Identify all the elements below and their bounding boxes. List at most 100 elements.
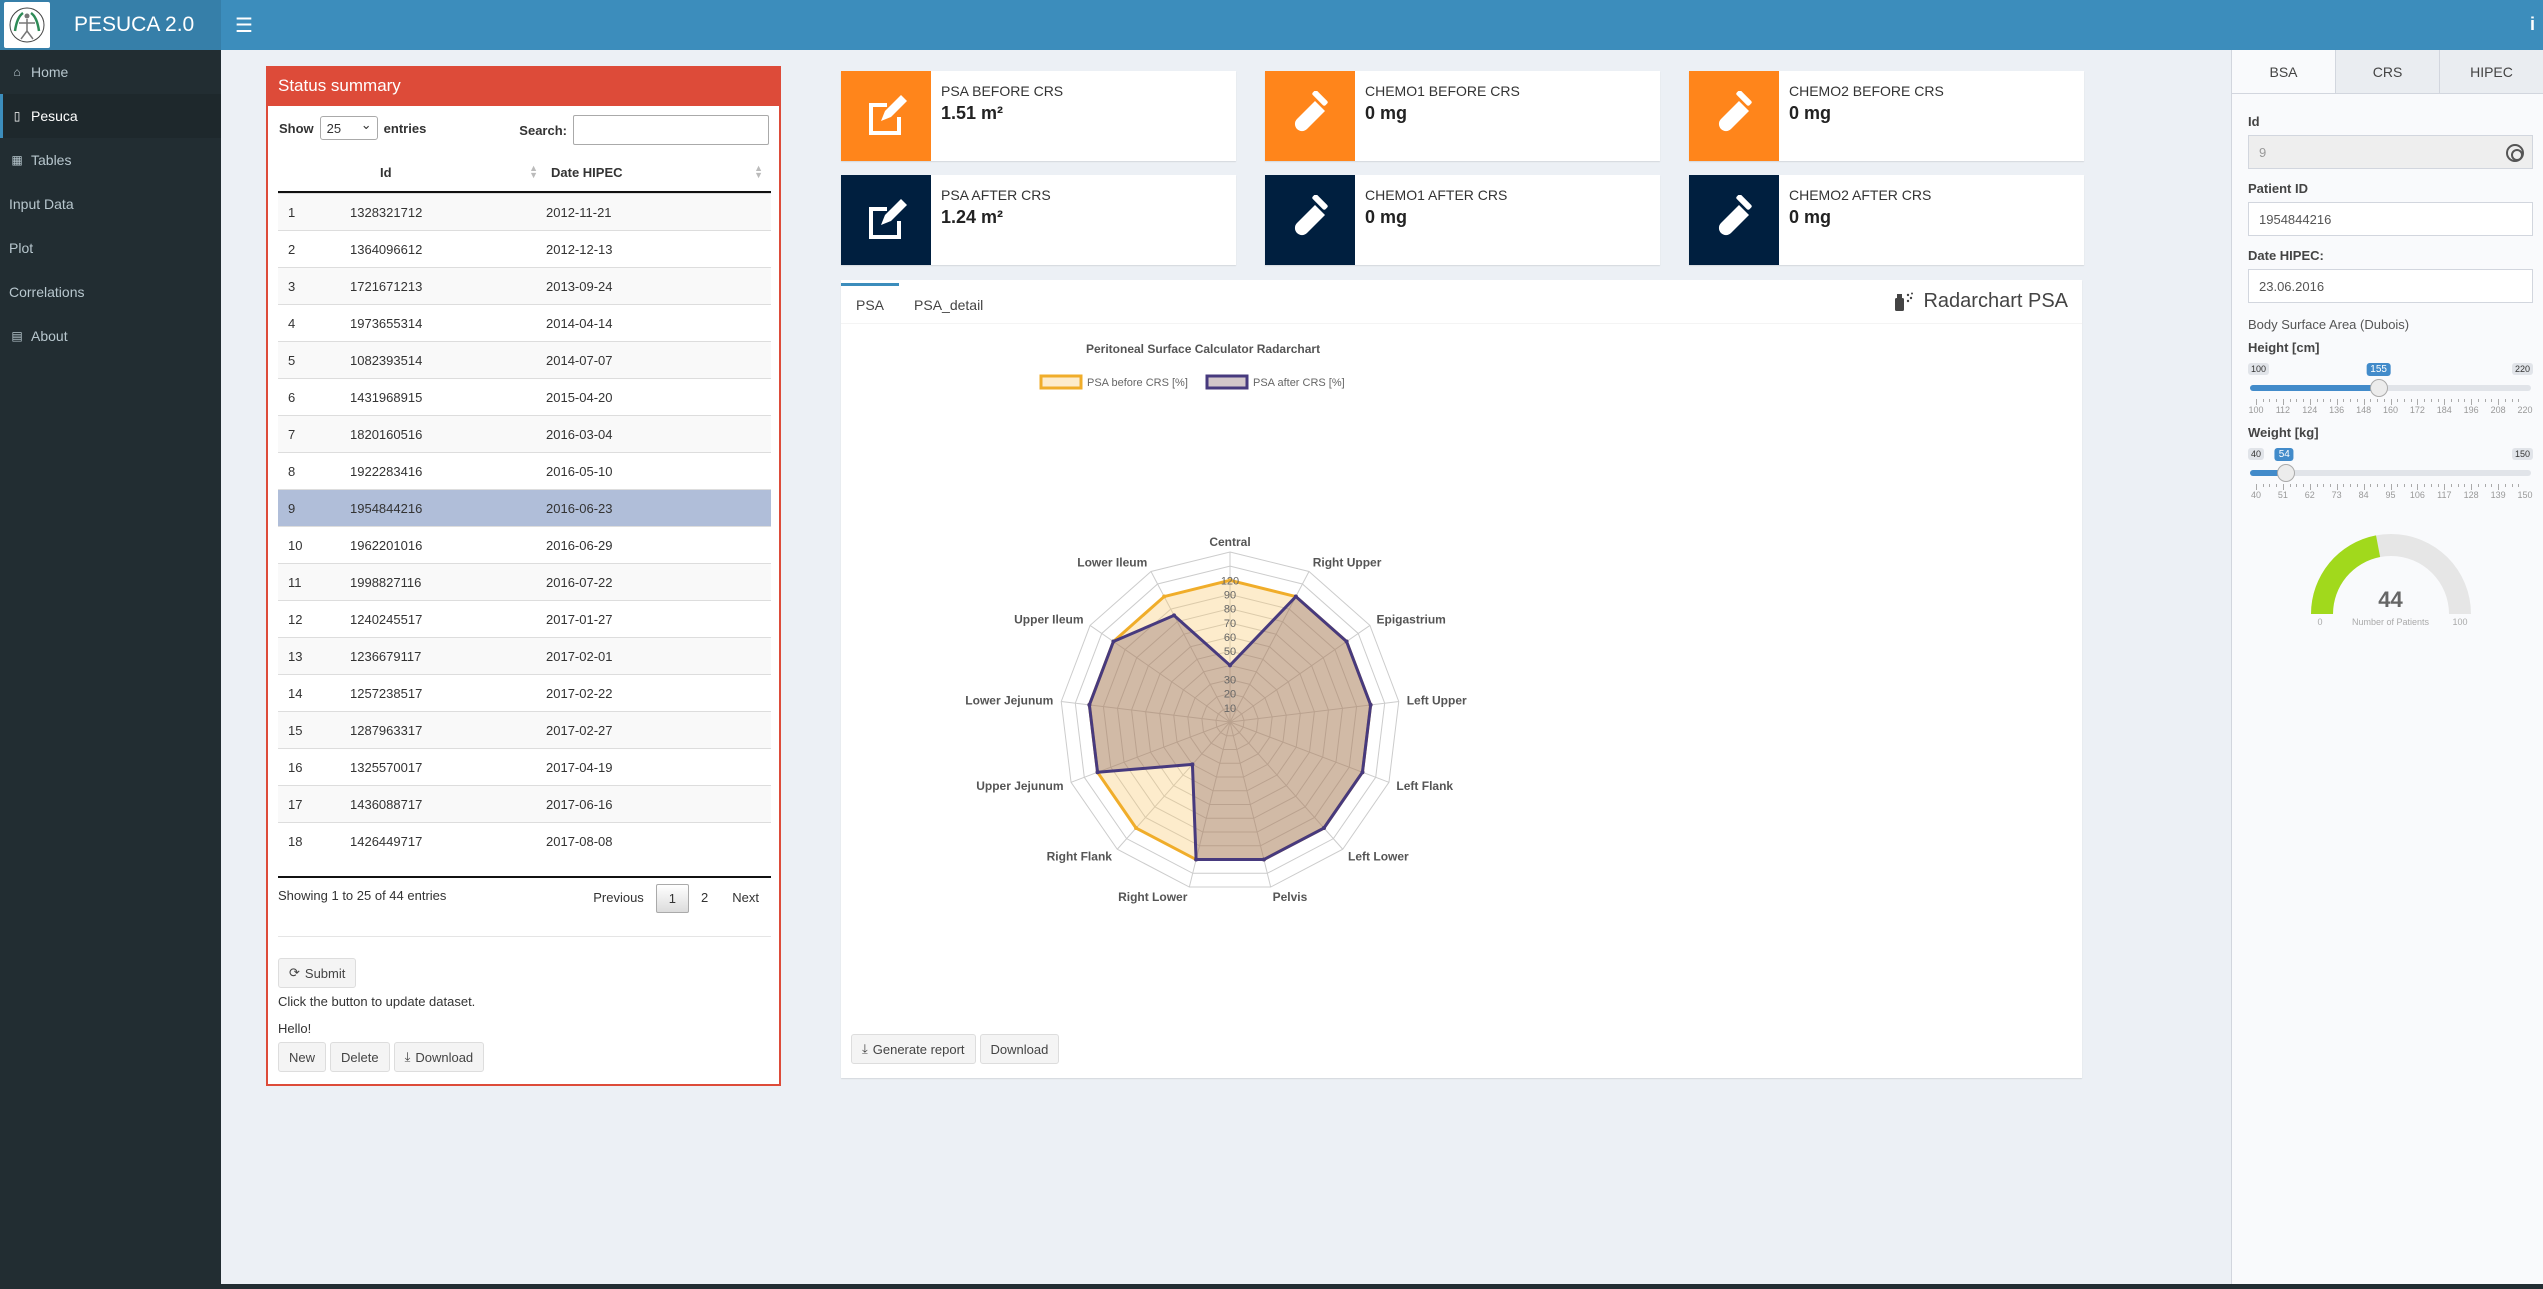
sidebar-item-pesuca[interactable]: ▯ Pesuca — [0, 94, 221, 138]
slider-track[interactable] — [2250, 464, 2531, 482]
table-row[interactable]: 8 1922283416 2016-05-10 — [278, 452, 771, 489]
id-field[interactable]: 9 — [2248, 135, 2533, 169]
table-row[interactable]: 12 1240245517 2017-01-27 — [278, 600, 771, 637]
table-row[interactable]: 16 1325570017 2017-04-19 — [278, 748, 771, 785]
table-row[interactable]: 9 1954844216 2016-06-23 — [278, 489, 771, 526]
table-row[interactable]: 18 1426449717 2017-08-08 — [278, 822, 771, 859]
sidebar-item-home[interactable]: ⌂ Home — [0, 50, 221, 94]
sidebar-item-tables[interactable]: ▦ Tables — [0, 138, 221, 182]
table-row[interactable]: 14 1257238517 2017-02-22 — [278, 674, 771, 711]
patient-id-field[interactable]: 1954844216 — [2248, 202, 2533, 236]
table-row[interactable]: 5 1082393514 2014-07-07 — [278, 341, 771, 378]
slider-value: 155 — [2366, 363, 2391, 376]
pagination-page-1[interactable]: 1 — [655, 884, 690, 913]
slider-tick — [2269, 484, 2271, 487]
data-point — [1321, 826, 1326, 831]
table-icon: ▦ — [11, 153, 23, 167]
sidebar-item-correlations[interactable]: Correlations — [0, 270, 221, 314]
table-row[interactable]: 4 1973655314 2014-04-14 — [278, 304, 771, 341]
sidebar-item-plot[interactable]: Plot — [0, 226, 221, 270]
slider-tick — [2424, 399, 2426, 402]
slider-tick — [2282, 484, 2284, 490]
edit-icon — [841, 71, 931, 161]
value-box-value: 1.51 m² — [941, 103, 1004, 123]
new-button[interactable]: New — [278, 1042, 327, 1072]
search-input[interactable] — [573, 115, 769, 145]
slider-track[interactable] — [2250, 379, 2531, 397]
slider-tick — [2356, 484, 2358, 487]
tab-psa[interactable]: PSA — [841, 283, 900, 323]
data-point — [1344, 639, 1349, 644]
menu-toggle-icon[interactable]: ☰ — [235, 13, 253, 38]
table-row[interactable]: 15 1287963317 2017-02-27 — [278, 711, 771, 748]
slider-tick-label: 148 — [2356, 405, 2372, 415]
column-header-date[interactable]: Date HIPEC ▲ ▼ — [546, 153, 771, 191]
download-button[interactable]: ⤓ Download — [393, 1042, 485, 1072]
category-label: Epigastrium — [1376, 613, 1445, 627]
edit-icon — [841, 175, 931, 265]
slider-tick — [2457, 484, 2459, 487]
slider-tick — [2363, 399, 2365, 405]
slider-tick-label: 112 — [2275, 405, 2291, 415]
slider-tick — [2511, 399, 2513, 402]
sidebar-item-about[interactable]: ▤ About — [0, 314, 221, 358]
info-icon[interactable]: i — [2530, 14, 2535, 35]
download-label: Download — [415, 1049, 474, 1065]
slider-tick — [2457, 399, 2459, 402]
entries-select[interactable]: 25 — [319, 116, 378, 140]
row-index-cell: 4 — [288, 315, 296, 331]
id-cell: 1426449717 — [350, 833, 423, 849]
table-row[interactable]: 3 1721671213 2013-09-24 — [278, 267, 771, 304]
slider-tick — [2383, 484, 2385, 487]
tab-crs[interactable]: CRS — [2335, 50, 2439, 93]
pagination-page-2[interactable]: 2 — [689, 884, 720, 913]
tab-bsa[interactable]: BSA — [2232, 50, 2335, 93]
slider-tick — [2343, 484, 2345, 487]
tab-psa-detail[interactable]: PSA_detail — [899, 297, 998, 323]
row-index-cell: 9 — [288, 500, 296, 516]
table-row[interactable]: 10 1962201016 2016-06-29 — [278, 526, 771, 563]
tick-label: 60 — [1224, 632, 1236, 644]
slider-handle[interactable] — [2369, 379, 2388, 397]
sort-icon: ▲ ▼ — [529, 163, 538, 180]
weight-slider[interactable]: 40 150 54 40 51 62 73 84 95 106 117 128 139 150 — [2248, 446, 2533, 504]
slider-tick — [2262, 484, 2264, 487]
height-slider[interactable]: 100 220 155 100 112 124 136 148 160 172 184 196 2… — [2248, 361, 2533, 419]
tabbox-title-text: Radarchart PSA — [1923, 290, 2068, 312]
slider-tick — [2296, 399, 2298, 402]
table-row[interactable]: 7 1820160516 2016-03-04 — [278, 415, 771, 452]
value-box-value: 0 mg — [1365, 207, 1408, 227]
table-row[interactable]: 1 1328321712 2012-11-21 — [278, 193, 771, 230]
gauge-caption: Number of Patients — [2351, 617, 2430, 627]
slider-tick — [2256, 484, 2257, 490]
value-box-chemo2-before: CHEMO2 BEFORE CRS 0 mg — [1689, 71, 2084, 161]
date-hipec-field[interactable]: 23.06.2016 — [2248, 269, 2533, 303]
pagination-next[interactable]: Next — [720, 884, 771, 913]
tab-hipec[interactable]: HIPEC — [2439, 50, 2543, 93]
column-header-id[interactable]: Id ▲ ▼ — [350, 153, 546, 191]
slider-handle[interactable] — [2276, 464, 2295, 482]
table-row[interactable]: 13 1236679117 2017-02-01 — [278, 637, 771, 674]
slider-tick — [2444, 484, 2446, 490]
submit-button[interactable]: ⟳ Submit — [278, 958, 357, 988]
table-row[interactable]: 2 1364096612 2012-12-13 — [278, 230, 771, 267]
table-row[interactable]: 6 1431968915 2015-04-20 — [278, 378, 771, 415]
id-cell: 1287963317 — [350, 722, 423, 738]
table-row[interactable]: 17 1436088717 2017-06-16 — [278, 785, 771, 822]
generate-report-button[interactable]: ⤓ Generate report — [851, 1034, 976, 1064]
table-row[interactable]: 11 1998827116 2016-07-22 — [278, 563, 771, 600]
logo-box[interactable]: PESUCA 2.0 — [0, 0, 221, 50]
delete-button[interactable]: Delete — [330, 1042, 390, 1072]
sidebar: ⌂ Home ▯ Pesuca ▦ Tables Input Data Plot… — [0, 50, 221, 1284]
column-header-index[interactable] — [278, 153, 350, 191]
pagination-previous[interactable]: Previous — [581, 884, 656, 913]
date-cell: 2014-04-14 — [546, 315, 613, 331]
category-label: Left Flank — [1396, 779, 1453, 793]
sidebar-item-input-data[interactable]: Input Data — [0, 182, 221, 226]
flask-icon — [1265, 71, 1355, 161]
chart-download-button[interactable]: Download — [979, 1034, 1060, 1064]
slider-tick-label: 139 — [2490, 490, 2506, 500]
slider-tick — [2323, 484, 2325, 487]
slider-tick — [2276, 484, 2278, 487]
slider-tick — [2256, 399, 2257, 405]
